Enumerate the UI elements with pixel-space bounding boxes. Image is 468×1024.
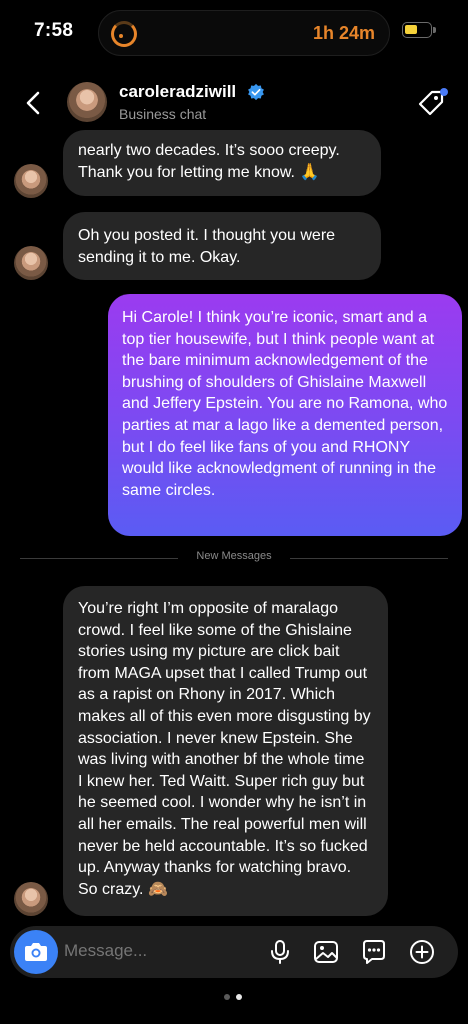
sender-avatar[interactable] xyxy=(14,882,48,916)
gallery-icon xyxy=(314,941,338,963)
activity-timer: 1h 24m xyxy=(312,23,375,43)
sender-avatar[interactable] xyxy=(14,246,48,280)
message-input[interactable] xyxy=(64,941,264,961)
sender-avatar[interactable] xyxy=(14,164,48,198)
dynamic-island[interactable]: 1h 24m xyxy=(98,10,390,56)
camera-icon xyxy=(25,943,47,961)
divider-label: New Messages xyxy=(196,550,272,562)
tag-button[interactable] xyxy=(416,88,448,120)
new-messages-divider: New Messages xyxy=(20,548,448,568)
sticker-button[interactable] xyxy=(360,938,388,966)
battery-icon xyxy=(402,22,432,38)
message-bubble[interactable]: You’re right I’m opposite of maralago cr… xyxy=(63,586,388,916)
contact-name[interactable]: caroleradziwill xyxy=(119,82,236,102)
verified-badge-icon xyxy=(248,83,264,101)
contact-avatar[interactable] xyxy=(67,82,107,122)
back-button[interactable] xyxy=(18,88,48,118)
camera-button[interactable] xyxy=(14,930,58,974)
notification-dot xyxy=(440,88,448,96)
message-composer xyxy=(10,926,458,978)
more-options-button[interactable] xyxy=(408,938,436,966)
page-dot-active xyxy=(236,994,242,1000)
sticker-icon xyxy=(363,940,385,964)
page-dot xyxy=(224,994,230,1000)
microphone-button[interactable] xyxy=(266,938,294,966)
activity-ring-icon xyxy=(111,21,137,47)
status-bar: 7:58 1h 24m xyxy=(0,0,468,62)
plus-icon xyxy=(410,940,434,964)
page-indicator xyxy=(218,994,250,1002)
contact-subtitle: Business chat xyxy=(119,106,207,122)
microphone-icon xyxy=(271,940,289,964)
gallery-button[interactable] xyxy=(312,938,340,966)
battery-cap xyxy=(433,27,436,33)
status-time: 7:58 xyxy=(34,20,74,41)
message-bubble[interactable]: Oh you posted it. I thought you were sen… xyxy=(63,212,381,280)
message-bubble[interactable]: nearly two decades. It’s sooo creepy. Th… xyxy=(63,130,381,196)
tag-icon xyxy=(418,88,448,116)
back-arrow-icon xyxy=(26,91,40,115)
divider-line xyxy=(290,558,448,559)
message-bubble[interactable]: Hi Carole! I think you’re iconic, smart … xyxy=(108,294,462,536)
